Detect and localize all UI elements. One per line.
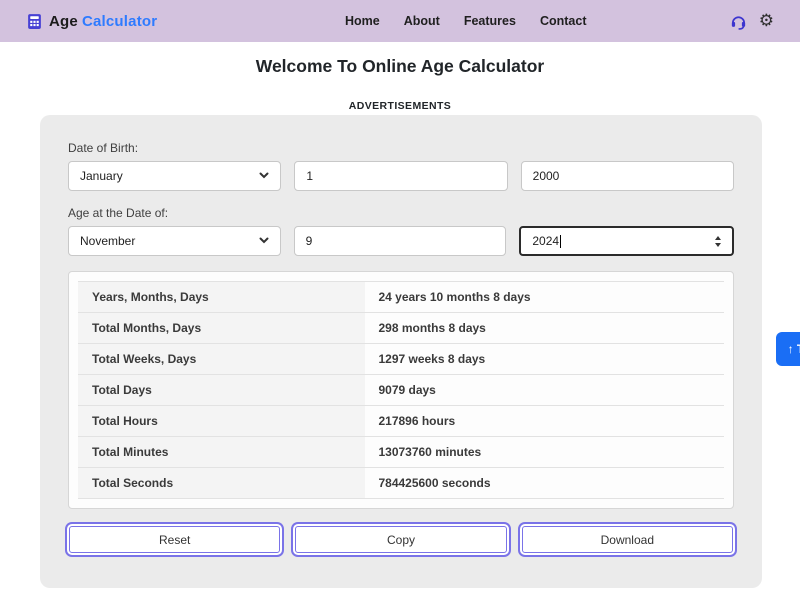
text-caret: [560, 235, 561, 248]
target-year-value: 2024: [532, 234, 559, 248]
chevron-down-icon: [259, 169, 269, 183]
result-value: 217896 hours: [365, 406, 724, 436]
table-row: Total Hours 217896 hours: [78, 406, 724, 437]
dob-day-input[interactable]: [294, 161, 507, 191]
target-month-select[interactable]: November: [68, 226, 281, 256]
header: AgeCalculator Home About Features Contac…: [0, 0, 800, 42]
dob-label: Date of Birth:: [68, 141, 734, 155]
nav-contact[interactable]: Contact: [540, 14, 587, 28]
target-year-input[interactable]: 2024: [519, 226, 734, 256]
result-value: 1297 weeks 8 days: [365, 344, 724, 374]
table-row: Years, Months, Days 24 years 10 months 8…: [78, 282, 724, 313]
advertisements-label: ADVERTISEMENTS: [0, 100, 800, 112]
result-label: Total Minutes: [78, 437, 365, 467]
table-row: Total Weeks, Days 1297 weeks 8 days: [78, 344, 724, 375]
scroll-to-top-button[interactable]: ↑ Top: [776, 332, 800, 366]
result-value: 13073760 minutes: [365, 437, 724, 467]
dob-month-select[interactable]: January: [68, 161, 281, 191]
number-spinner-icon[interactable]: [715, 236, 721, 247]
table-row: Total Minutes 13073760 minutes: [78, 437, 724, 468]
result-value: 298 months 8 days: [365, 313, 724, 343]
result-label: Years, Months, Days: [78, 282, 365, 312]
main-nav: Home About Features Contact: [345, 14, 586, 28]
result-label: Total Seconds: [78, 468, 365, 498]
dob-month-value: January: [80, 169, 123, 183]
brand-logo[interactable]: AgeCalculator: [26, 13, 157, 30]
nav-about[interactable]: About: [404, 14, 440, 28]
result-label: Total Weeks, Days: [78, 344, 365, 374]
download-button[interactable]: Download: [522, 526, 733, 553]
result-label: Total Months, Days: [78, 313, 365, 343]
reset-button[interactable]: Reset: [69, 526, 280, 553]
table-row: Total Days 9079 days: [78, 375, 724, 406]
calculator-icon: [26, 13, 43, 30]
result-label: Total Days: [78, 375, 365, 405]
result-label: Total Hours: [78, 406, 365, 436]
chevron-down-icon: [259, 234, 269, 248]
age-at-label: Age at the Date of:: [68, 206, 734, 220]
result-value: 9079 days: [365, 375, 724, 405]
results-table: Years, Months, Days 24 years 10 months 8…: [68, 271, 734, 509]
calculator-card: Date of Birth: January Age at the Date o…: [40, 115, 762, 588]
target-day-input[interactable]: [294, 226, 507, 256]
copy-button[interactable]: Copy: [295, 526, 506, 553]
target-month-value: November: [80, 234, 135, 248]
page-title: Welcome To Online Age Calculator: [0, 56, 800, 77]
dob-year-input[interactable]: [521, 161, 734, 191]
table-row: Total Seconds 784425600 seconds: [78, 468, 724, 499]
nav-home[interactable]: Home: [345, 14, 380, 28]
gear-icon[interactable]: ⚙: [759, 13, 774, 30]
brand-name: AgeCalculator: [49, 13, 157, 30]
result-value: 784425600 seconds: [365, 468, 724, 498]
nav-features[interactable]: Features: [464, 14, 516, 28]
result-value: 24 years 10 months 8 days: [365, 282, 724, 312]
table-row: Total Months, Days 298 months 8 days: [78, 313, 724, 344]
headset-icon[interactable]: [730, 13, 747, 30]
